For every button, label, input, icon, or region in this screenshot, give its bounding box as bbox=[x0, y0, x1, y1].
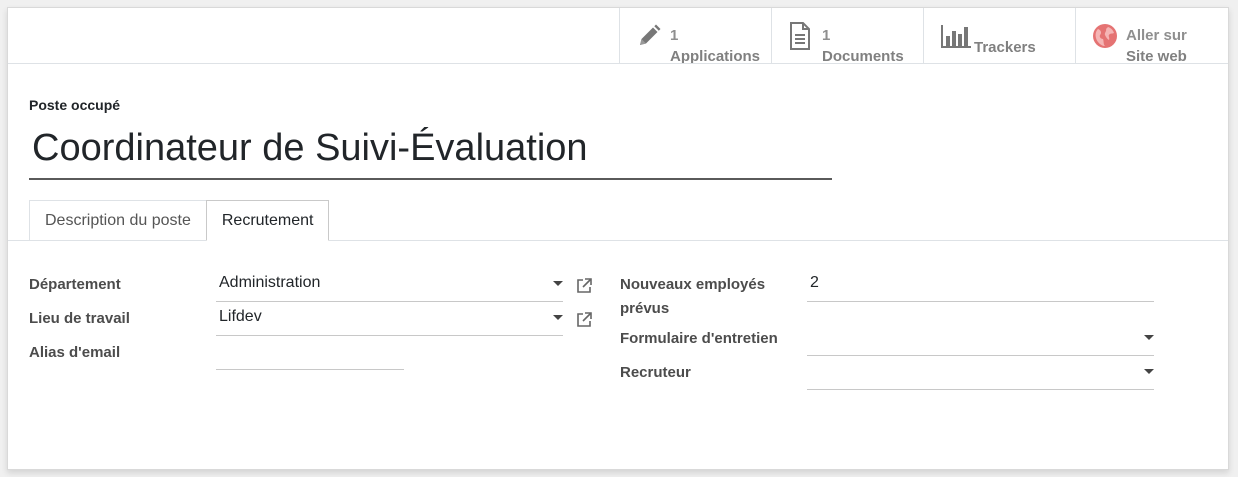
trackers-button[interactable]: Trackers bbox=[924, 8, 1076, 63]
website-line2: Site web bbox=[1126, 48, 1187, 65]
applications-label: Applications bbox=[670, 48, 761, 65]
email-alias-input[interactable] bbox=[216, 336, 404, 370]
recruiter-label: Recruteur bbox=[620, 364, 691, 381]
applications-count: 1 bbox=[670, 27, 679, 44]
department-value: Administration bbox=[219, 274, 321, 291]
pencil-icon bbox=[636, 21, 670, 51]
document-icon bbox=[788, 21, 822, 51]
chevron-down-icon[interactable] bbox=[553, 315, 563, 320]
work-location-value: Lifdev bbox=[219, 308, 262, 325]
documents-count: 1 bbox=[822, 27, 831, 44]
external-link-icon[interactable] bbox=[575, 311, 593, 329]
department-label: Département bbox=[29, 276, 121, 293]
form-sheet: 1 Applications 1 Documents Trackers Alle… bbox=[7, 7, 1229, 470]
work-location-select[interactable]: Lifdev bbox=[216, 302, 563, 336]
interview-form-label: Formulaire d'entretien bbox=[620, 330, 778, 347]
tab-recruitment[interactable]: Recrutement bbox=[205, 200, 330, 241]
external-link-icon[interactable] bbox=[575, 277, 593, 295]
email-alias-label: Alias d'email bbox=[29, 344, 121, 361]
website-button[interactable]: Aller sur Site web bbox=[1076, 8, 1228, 65]
recruiter-select[interactable] bbox=[807, 356, 1154, 390]
chevron-down-icon[interactable] bbox=[1144, 369, 1154, 374]
documents-button[interactable]: 1 Documents bbox=[772, 8, 924, 65]
header-divider bbox=[8, 63, 1228, 64]
department-select[interactable]: Administration bbox=[216, 268, 563, 302]
tab-job-description[interactable]: Description du poste bbox=[29, 200, 206, 241]
job-position-label: Poste occupé bbox=[29, 97, 121, 113]
bar-chart-icon bbox=[940, 21, 974, 51]
interview-form-select[interactable] bbox=[807, 322, 1154, 356]
new-employees-input[interactable]: 2 bbox=[807, 268, 1154, 302]
work-location-label: Lieu de travail bbox=[29, 310, 130, 327]
documents-label: Documents bbox=[822, 48, 904, 65]
trackers-label: Trackers bbox=[974, 38, 1036, 56]
job-title-input[interactable]: Coordinateur de Suivi-Évaluation bbox=[29, 124, 832, 180]
tab-bar: Description du poste Recrutement bbox=[29, 200, 330, 241]
website-line1: Aller sur bbox=[1126, 27, 1187, 44]
chevron-down-icon[interactable] bbox=[553, 281, 563, 286]
new-employees-label: Nouveaux employés prévus bbox=[620, 276, 766, 317]
smart-button-box: 1 Applications 1 Documents Trackers Alle… bbox=[619, 8, 1228, 65]
applications-button[interactable]: 1 Applications bbox=[620, 8, 772, 65]
chevron-down-icon[interactable] bbox=[1144, 335, 1154, 340]
globe-icon bbox=[1092, 21, 1126, 51]
tab-divider bbox=[8, 240, 1228, 241]
